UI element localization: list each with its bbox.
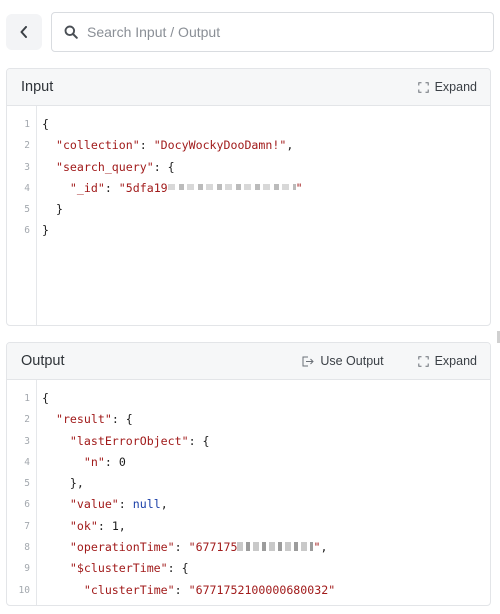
output-code-editor[interactable]: 1 2 3 4 5 6 7 8 9 10 { "result": { "last…: [7, 380, 490, 605]
line-number: 7: [24, 520, 30, 532]
search-box[interactable]: [51, 12, 494, 52]
code-line: "ok": 1,: [69, 518, 126, 533]
input-expand-label: Expand: [434, 80, 477, 94]
chevron-left-icon: [20, 26, 27, 38]
expand-icon: [417, 81, 429, 93]
output-expand-button[interactable]: Expand: [417, 354, 477, 368]
code-line: "result": {: [55, 412, 133, 427]
line-number: 6: [24, 499, 30, 511]
code-line: "value": null,: [69, 497, 168, 512]
back-button[interactable]: [6, 14, 42, 50]
line-number: 5: [24, 204, 30, 216]
search-icon: [64, 25, 78, 39]
line-number: 4: [24, 182, 30, 194]
line-number: 4: [24, 456, 30, 468]
line-number: 3: [24, 161, 30, 173]
line-number: 3: [24, 435, 30, 447]
top-bar: [0, 0, 500, 62]
code-line: "search_query": {: [55, 159, 175, 174]
input-line-numbers: 1 2 3 4 5 6: [7, 106, 37, 325]
code-line: },: [42, 476, 84, 491]
code-line: }: [42, 202, 63, 217]
input-code: { "collection": "DocyWockyDooDamn!", "se…: [37, 106, 303, 325]
code-line: "operationTime": "677175 ",: [69, 540, 328, 555]
line-number: 2: [24, 414, 30, 426]
line-number: 9: [24, 563, 30, 575]
expand-icon: [417, 355, 429, 367]
code-line: }: [42, 223, 49, 238]
code-line: "$clusterTime": {: [69, 561, 189, 576]
output-panel: Output Use Output Expand 1 2 3 4 5 6 7 8…: [6, 342, 491, 606]
code-line: {: [42, 117, 49, 131]
search-input[interactable]: [87, 24, 467, 40]
code-line: "_id": "5dfa19 ": [69, 180, 303, 195]
code-line: {: [42, 391, 49, 405]
use-output-label: Use Output: [320, 354, 384, 368]
output-panel-title: Output: [21, 353, 65, 369]
line-number: 1: [24, 393, 30, 404]
output-panel-header: Output Use Output Expand: [7, 343, 490, 380]
input-panel-title: Input: [21, 79, 54, 95]
line-number: 10: [18, 584, 30, 596]
line-number: 2: [24, 140, 30, 152]
line-number: 5: [24, 478, 30, 490]
line-number: 1: [24, 119, 30, 130]
input-panel-header: Input Expand: [7, 69, 490, 106]
output-expand-label: Expand: [434, 354, 477, 368]
input-expand-button[interactable]: Expand: [417, 80, 477, 94]
line-number: 6: [24, 225, 30, 237]
output-line-numbers: 1 2 3 4 5 6 7 8 9 10: [7, 380, 37, 605]
use-output-button[interactable]: Use Output: [302, 354, 384, 368]
code-line: "collection": "DocyWockyDooDamn!",: [55, 138, 294, 153]
input-code-editor[interactable]: 1 2 3 4 5 6 { "collection": "DocyWockyDo…: [7, 106, 490, 325]
redacted-text: [237, 542, 314, 552]
input-panel: Input Expand 1 2 3 4 5 6 { "collection":…: [6, 68, 491, 326]
code-line: "clusterTime": "6771752100000680032": [83, 582, 336, 597]
code-line: "n": 0: [83, 454, 126, 469]
redacted-text: [167, 184, 296, 191]
use-output-icon: [302, 356, 315, 366]
code-line: "lastErrorObject": {: [69, 433, 210, 448]
output-code: { "result": { "lastErrorObject": { "n": …: [37, 380, 335, 605]
line-number: 8: [24, 542, 30, 554]
